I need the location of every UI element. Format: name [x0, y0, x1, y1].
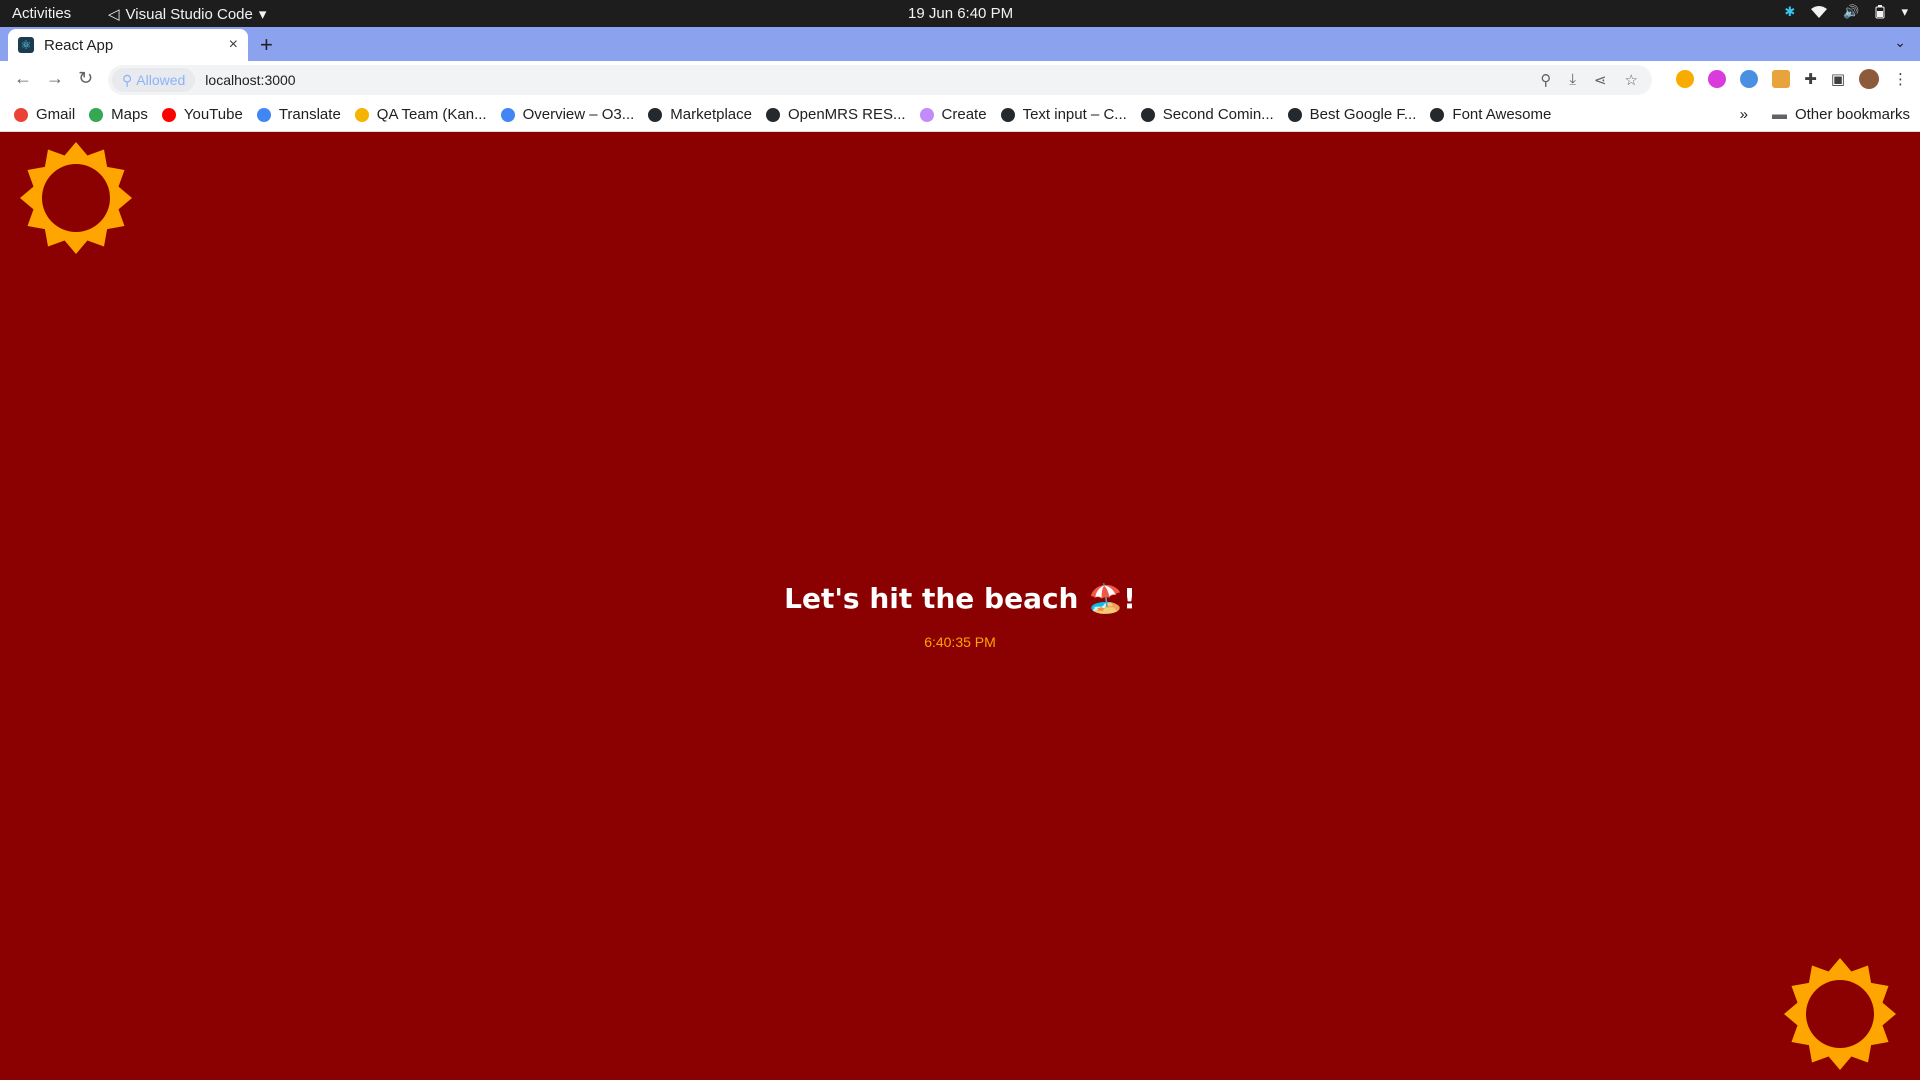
- slack-icon[interactable]: ✱: [1784, 4, 1795, 20]
- side-panel-icon[interactable]: ▣: [1831, 70, 1845, 88]
- page-content: Let's hit the beach 🏖️! 6:40:35 PM: [0, 132, 1920, 1080]
- browser-toolbar: ← → ↻ ⚲ Allowed localhost:3000 ⚲ ⤓ ⋖ ☆ ✚…: [0, 61, 1920, 98]
- app-menu[interactable]: ◁ Visual Studio Code ▾: [108, 5, 267, 24]
- bookmark-item[interactable]: Second Comin...: [1140, 106, 1274, 123]
- bookmark-favicon-icon: [648, 107, 663, 122]
- system-tray[interactable]: ✱ 🔊 ▾: [1784, 4, 1908, 20]
- activities-button[interactable]: Activities: [12, 5, 71, 22]
- volume-icon[interactable]: 🔊: [1843, 4, 1859, 20]
- forward-arrow-icon[interactable]: →: [46, 68, 64, 89]
- other-bookmarks-label: Other bookmarks: [1794, 106, 1910, 123]
- bookmark-favicon-icon: [765, 107, 780, 122]
- vscode-icon: ◁: [108, 6, 120, 23]
- bookmark-favicon-icon: [919, 107, 934, 122]
- bookmark-label: Translate: [278, 106, 341, 123]
- bookmark-item[interactable]: QA Team (Kan...: [354, 106, 487, 123]
- bookmark-item[interactable]: Create: [919, 106, 987, 123]
- tab-close-icon[interactable]: ×: [229, 36, 238, 54]
- bookmark-label: OpenMRS RES...: [787, 106, 906, 123]
- location-icon[interactable]: ⚲: [1540, 71, 1551, 89]
- wifi-icon[interactable]: [1811, 5, 1828, 19]
- extension-1-icon[interactable]: [1676, 70, 1695, 88]
- caret-down-icon: ▾: [258, 6, 267, 23]
- battery-icon[interactable]: [1875, 5, 1885, 19]
- bookmark-item[interactable]: Font Awesome: [1430, 106, 1551, 123]
- puzzle-extensions-icon[interactable]: ✚: [1804, 70, 1817, 88]
- address-bar[interactable]: ⚲ Allowed localhost:3000 ⚲ ⤓ ⋖ ☆: [108, 65, 1652, 95]
- bookmark-favicon-icon: [1140, 107, 1155, 122]
- sun-icon: [1784, 958, 1896, 1070]
- location-pin-icon: ⚲: [122, 71, 133, 88]
- system-menu-caret-icon[interactable]: ▾: [1901, 4, 1908, 20]
- bookmark-favicon-icon: [161, 107, 176, 122]
- bookmark-label: Best Google F...: [1309, 106, 1417, 123]
- menu-kebab-icon[interactable]: ⋮: [1893, 70, 1908, 88]
- bookmark-item[interactable]: YouTube: [161, 106, 243, 123]
- react-favicon-icon: ⚛: [18, 37, 34, 53]
- reload-icon[interactable]: ↻: [78, 68, 93, 89]
- bookmark-label: Gmail: [36, 106, 76, 123]
- bookmark-favicon-icon: [14, 107, 28, 122]
- url-text[interactable]: localhost:3000: [205, 72, 295, 88]
- app-name: Visual Studio Code: [125, 5, 253, 23]
- tab-strip: ⚛ React App × + ⌄: [0, 27, 1920, 61]
- bookmark-label: QA Team (Kan...: [376, 106, 487, 123]
- bookmark-favicon-icon: [500, 107, 515, 122]
- bookmark-favicon-icon: [89, 107, 104, 122]
- extension-4-icon[interactable]: [1772, 70, 1791, 88]
- site-permission-chip[interactable]: ⚲ Allowed: [112, 68, 196, 92]
- bookmark-label: Text input – C...: [1022, 106, 1127, 123]
- back-arrow-icon[interactable]: ←: [14, 68, 32, 89]
- bookmark-item[interactable]: Maps: [89, 106, 148, 123]
- bookmark-favicon-icon: [1287, 107, 1302, 122]
- share-icon[interactable]: ⋖: [1594, 71, 1607, 89]
- tab-react-app[interactable]: ⚛ React App ×: [8, 29, 248, 61]
- bookmark-favicon-icon: [1000, 107, 1015, 122]
- bookmark-label: Marketplace: [670, 106, 752, 123]
- sun-icon: [20, 142, 132, 254]
- extensions-area: ✚ ▣ ⋮: [1676, 69, 1908, 89]
- bookmark-item[interactable]: Overview – O3...: [500, 106, 635, 123]
- current-time: 6:40:35 PM: [924, 634, 996, 650]
- page-heading: Let's hit the beach 🏖️!: [784, 582, 1136, 615]
- folder-icon: ▬: [1771, 106, 1787, 123]
- bookmark-item[interactable]: Marketplace: [648, 106, 752, 123]
- profile-avatar[interactable]: [1859, 69, 1879, 89]
- omnibox-actions: ⚲ ⤓ ⋖ ☆: [1540, 71, 1638, 89]
- bookmark-item[interactable]: OpenMRS RES...: [765, 106, 906, 123]
- new-tab-button[interactable]: +: [260, 32, 273, 58]
- bookmark-label: Create: [941, 106, 987, 123]
- bookmark-label: Overview – O3...: [522, 106, 635, 123]
- bookmark-favicon-icon: [1430, 107, 1445, 122]
- bookmarks-bar: Gmail Maps YouTube Translate QA Team (Kan...…: [0, 98, 1920, 132]
- extension-2-icon[interactable]: [1708, 70, 1727, 88]
- site-permission-label: Allowed: [136, 72, 186, 88]
- install-icon[interactable]: ⤓: [1569, 71, 1576, 89]
- bookmark-label: Maps: [111, 106, 148, 123]
- bookmark-item[interactable]: Text input – C...: [1000, 106, 1127, 123]
- other-bookmarks-folder[interactable]: ▬ Other bookmarks: [1772, 106, 1910, 123]
- tab-title: React App: [44, 36, 114, 54]
- extension-3-icon[interactable]: [1740, 70, 1759, 88]
- bookmark-label: YouTube: [183, 106, 243, 123]
- tab-search-chevron-icon[interactable]: ⌄: [1894, 34, 1906, 51]
- bookmark-star-icon[interactable]: ☆: [1625, 71, 1638, 89]
- bookmark-label: Second Comin...: [1162, 106, 1274, 123]
- bookmarks-overflow-button[interactable]: »: [1740, 106, 1748, 123]
- bookmark-favicon-icon: [354, 107, 369, 122]
- bookmark-favicon-icon: [256, 107, 271, 122]
- bookmark-label: Font Awesome: [1452, 106, 1552, 123]
- bookmark-item[interactable]: Gmail: [14, 106, 75, 123]
- bookmark-item[interactable]: Best Google F...: [1287, 106, 1417, 123]
- clock[interactable]: 19 Jun 6:40 PM: [908, 5, 1013, 22]
- bookmark-item[interactable]: Translate: [256, 106, 341, 123]
- system-top-bar: Activities ◁ Visual Studio Code ▾ 19 Jun…: [0, 0, 1920, 27]
